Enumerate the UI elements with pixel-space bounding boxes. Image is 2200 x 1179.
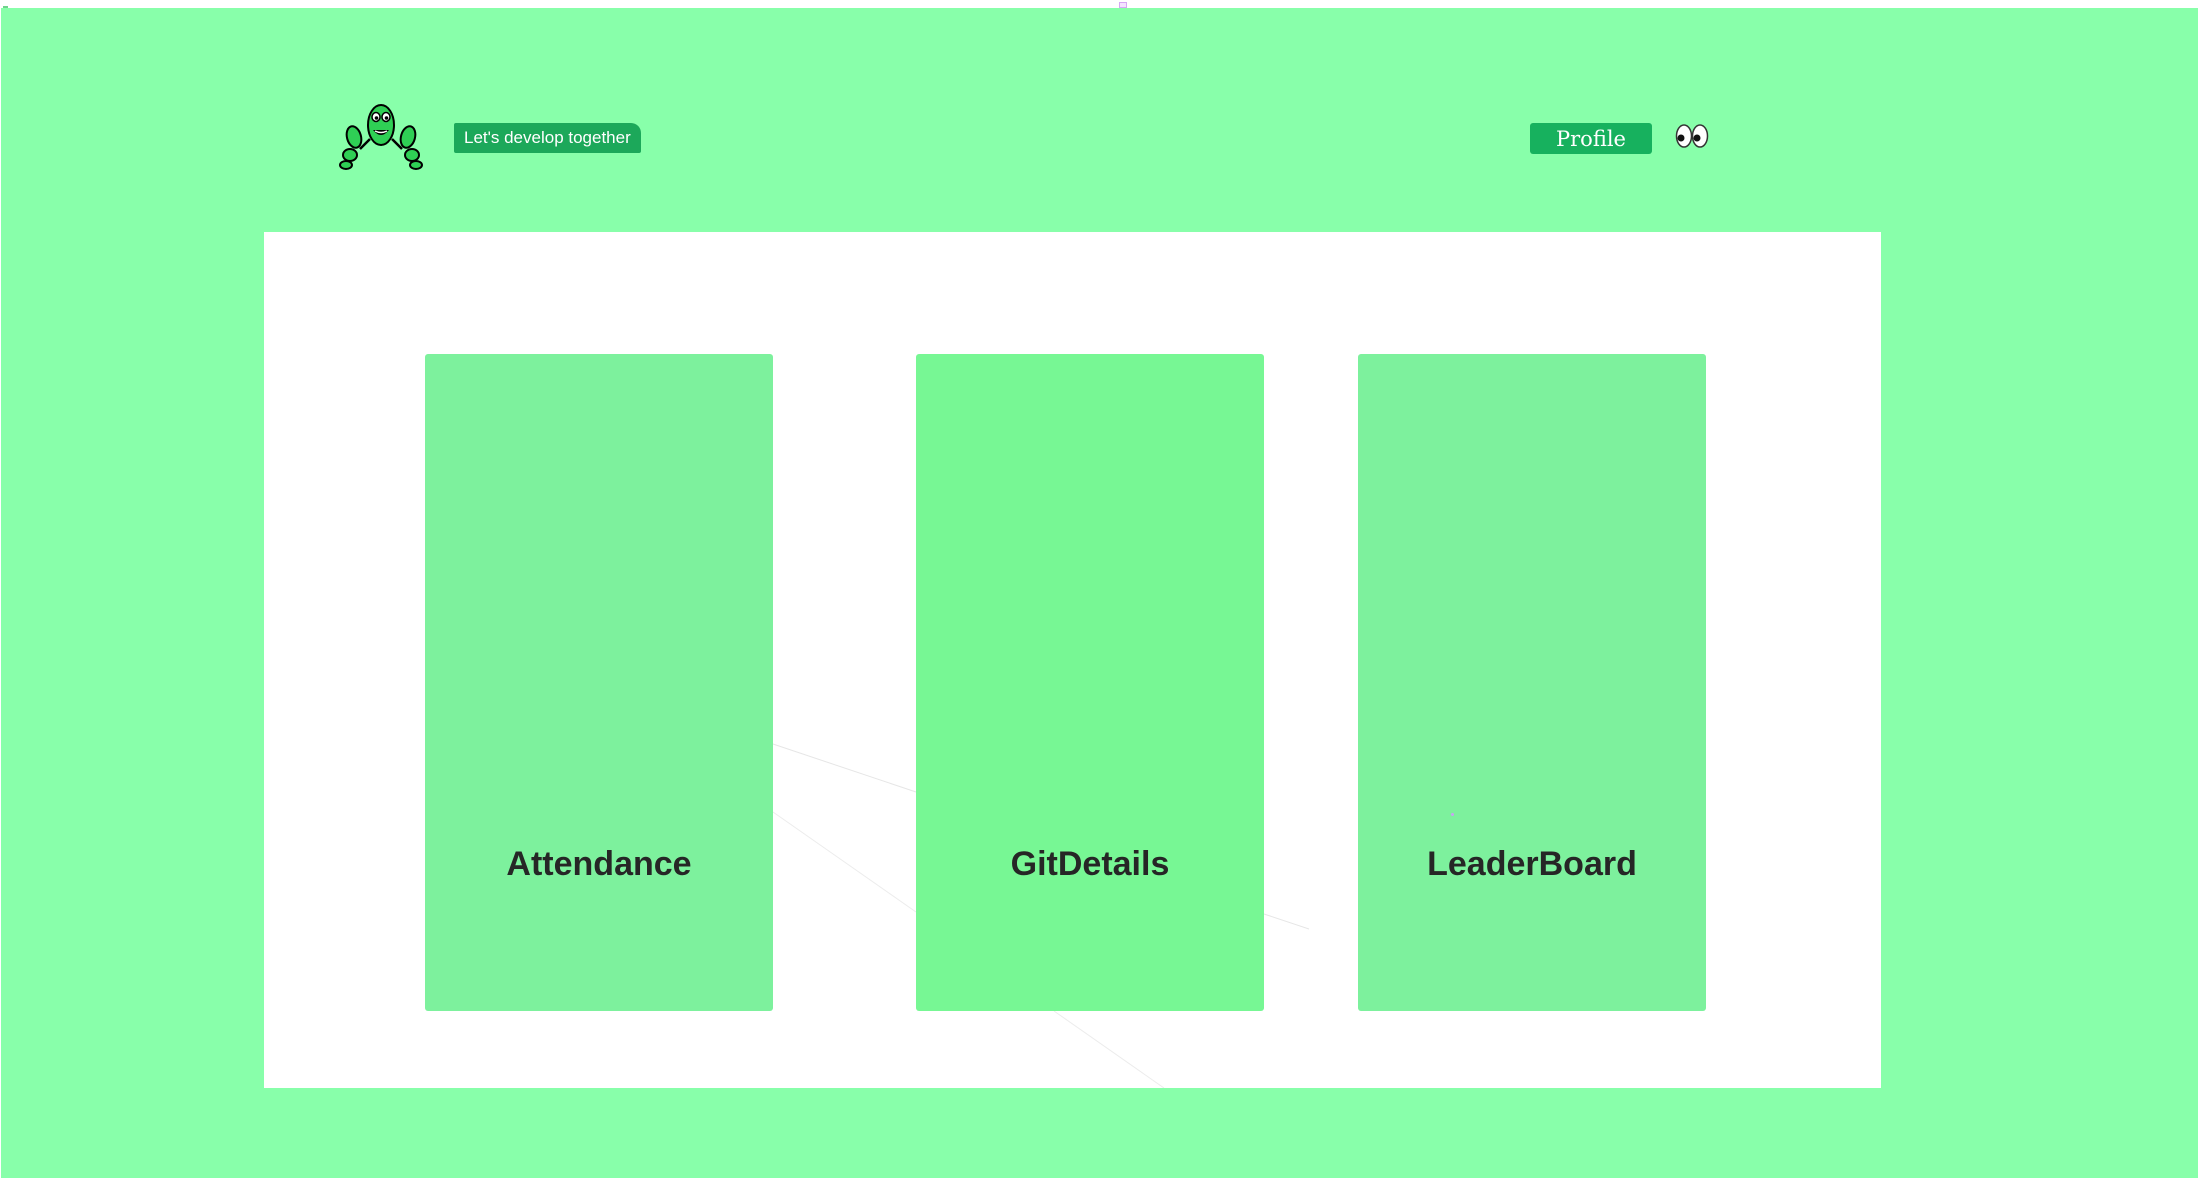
eyes-icon xyxy=(1675,124,1709,148)
card-label: Attendance xyxy=(506,845,692,883)
tagline-badge: Let's develop together xyxy=(454,123,641,153)
green-mascot-icon[interactable] xyxy=(336,103,426,173)
gitdetails-card[interactable]: GitDetails xyxy=(916,354,1264,1011)
attendance-card[interactable]: Attendance xyxy=(425,354,773,1011)
card-label: GitDetails xyxy=(1010,845,1170,883)
card-label: LeaderBoard xyxy=(1427,845,1637,883)
cursor-dot xyxy=(1451,813,1454,816)
leaderboard-card[interactable]: LeaderBoard xyxy=(1358,354,1706,1011)
main-panel: Attendance GitDetails LeaderBoard xyxy=(264,232,1881,1088)
profile-button[interactable]: Profile xyxy=(1530,123,1652,154)
